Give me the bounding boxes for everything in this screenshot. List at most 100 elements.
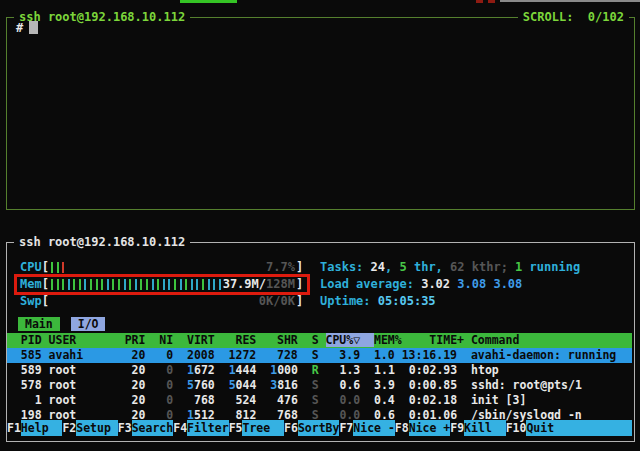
cpu-meter-label: CPU	[20, 260, 42, 274]
pane-title-top: ssh root@192.168.10.112	[14, 10, 190, 25]
text-segment: 0K/0K	[259, 294, 295, 308]
fkey-bar-filler	[568, 420, 632, 436]
fkey-f5: F5	[229, 420, 243, 436]
text-segment: 578 root 20	[7, 378, 145, 392]
fkey-f9: F9	[450, 420, 464, 436]
cpu-meter: CPU[7.7%]	[20, 260, 303, 275]
process-table-header[interactable]: PID USER PRI NI VIRT RES SHR S CPU%▽ MEM…	[7, 333, 632, 348]
swap-meter: Swp[0K/0K]	[20, 294, 303, 309]
meter-tick	[51, 262, 53, 273]
fkey-f7: F7	[339, 420, 353, 436]
htop-tab-io[interactable]: I/O	[71, 317, 106, 331]
terminal-screen: ssh root@192.168.10.112 SCROLL: 0/102 # …	[0, 0, 640, 451]
text-segment	[215, 363, 229, 377]
function-key-bar: F1Help F2Setup F3SearchF4FilterF5Tree F6…	[7, 420, 632, 436]
text-segment	[173, 363, 187, 377]
fkey-action-quit[interactable]: Quit	[526, 420, 568, 436]
text-segment: S	[312, 378, 319, 392]
cpu-meter-bar: 7.7%	[49, 260, 296, 275]
terminal-cursor	[29, 21, 38, 34]
text-segment: Uptime:	[320, 294, 378, 308]
swap-meter-bar: 0K/0K	[49, 294, 296, 309]
text-segment	[256, 378, 270, 392]
text-segment	[298, 363, 312, 377]
fkey-f1: F1	[7, 420, 21, 436]
fkey-action-tree[interactable]: Tree	[242, 420, 284, 436]
fkey-action-search[interactable]: Search	[132, 420, 174, 436]
bracket: [	[42, 260, 49, 274]
bracket: [	[42, 294, 49, 308]
text-segment: 0	[145, 363, 173, 377]
text-segment: 044	[236, 378, 257, 392]
text-segment: 589 root 20	[7, 363, 145, 377]
top-edge-artifact-red	[476, 0, 483, 3]
fkey-action-setup[interactable]: Setup	[76, 420, 118, 436]
fkey-action-sortby[interactable]: SortBy	[298, 420, 340, 436]
fkey-action-help[interactable]: Help	[21, 420, 63, 436]
process-row[interactable]: 589 root 20 0 1672 1444 1000 R 1.3 1.1 0…	[7, 363, 632, 378]
process-row[interactable]: 1 root 20 0 768 524 476 S 0.0 0.4 0:02.1…	[7, 393, 632, 408]
text-segment: MEM% TIME+ Command	[374, 333, 519, 347]
text-segment: 7.7%	[266, 260, 295, 274]
scroll-indicator: SCROLL: 0/102	[518, 10, 629, 25]
text-segment: thr,	[407, 260, 443, 274]
cpu-meter-ticks	[51, 262, 68, 273]
text-segment: 585 avahi 20 0 2008 1272 728 S 3.9 1.0 1…	[7, 348, 616, 362]
uptime-stat: Uptime: 05:05:35	[320, 294, 436, 309]
fkey-action-filter[interactable]: Filter	[187, 420, 229, 436]
text-segment: 3.08 3.08	[450, 277, 522, 291]
fkey-f8: F8	[395, 420, 409, 436]
fkey-f4: F4	[173, 420, 187, 436]
text-segment	[215, 378, 229, 392]
text-segment: Tasks:	[320, 260, 371, 274]
htop-tab-main[interactable]: Main	[18, 317, 60, 331]
fkey-action-nice[interactable]: Nice +	[409, 420, 451, 436]
swap-meter-label: Swp	[20, 294, 42, 308]
fkey-f6: F6	[284, 420, 298, 436]
htop-tabs: Main I/O	[18, 317, 105, 332]
text-segment: 3.02	[421, 277, 450, 291]
text-segment: 768 524 476	[173, 393, 311, 407]
text-segment: 0	[145, 393, 173, 407]
meter-tick	[57, 262, 59, 273]
bracket: ]	[296, 294, 303, 308]
shell-prompt[interactable]: #	[16, 21, 38, 36]
text-segment: 1 root 20	[7, 393, 145, 407]
process-row[interactable]: 585 avahi 20 0 2008 1272 728 S 3.9 1.0 1…	[7, 348, 632, 363]
fkey-f2: F2	[62, 420, 76, 436]
text-segment: 0.4 0:02.18 init [3]	[360, 393, 526, 407]
text-segment: Load average:	[320, 277, 421, 291]
top-edge-artifact-green	[180, 0, 237, 3]
text-segment: 0	[145, 378, 173, 392]
load-average-stat: Load average: 3.02 3.08 3.08	[320, 277, 522, 292]
text-segment: ,	[385, 260, 399, 274]
text-segment: 0.0	[339, 393, 360, 407]
text-segment: 760	[194, 378, 215, 392]
text-segment: 05:05:35	[378, 294, 436, 308]
process-row[interactable]: 578 root 20 0 5760 5044 3816 S 0.6 3.9 0…	[7, 378, 632, 393]
fkey-f10: F10	[506, 420, 527, 436]
bracket: ]	[296, 260, 303, 274]
mem-highlight-annotation	[14, 274, 310, 295]
text-segment: R	[312, 363, 319, 377]
prompt-char: #	[16, 21, 23, 35]
pane-top-shell[interactable]	[6, 17, 635, 210]
text-segment: 816	[277, 378, 298, 392]
text-segment: 672	[194, 363, 215, 377]
cpu-meter-value: 7.7%	[266, 260, 295, 275]
text-segment: 1	[229, 363, 236, 377]
text-segment: 444	[236, 363, 257, 377]
text-segment: 1.3 1.1 0:02.93 htop	[319, 363, 499, 377]
text-segment	[298, 378, 312, 392]
text-segment: running	[522, 260, 580, 274]
text-segment	[173, 378, 187, 392]
text-segment: PID USER PRI NI VIRT RES SHR S	[7, 333, 326, 347]
top-edge-artifact-red	[488, 0, 495, 3]
text-segment: 24	[371, 260, 385, 274]
text-segment: 62 kthr;	[443, 260, 508, 274]
fkey-action-nice[interactable]: Nice -	[353, 420, 395, 436]
fkey-action-kill[interactable]: Kill	[464, 420, 506, 436]
text-segment: CPU%▽	[326, 333, 374, 347]
tasks-stat: Tasks: 24, 5 thr, 62 kthr; 1 running	[320, 260, 580, 275]
text-segment: 5	[187, 378, 194, 392]
